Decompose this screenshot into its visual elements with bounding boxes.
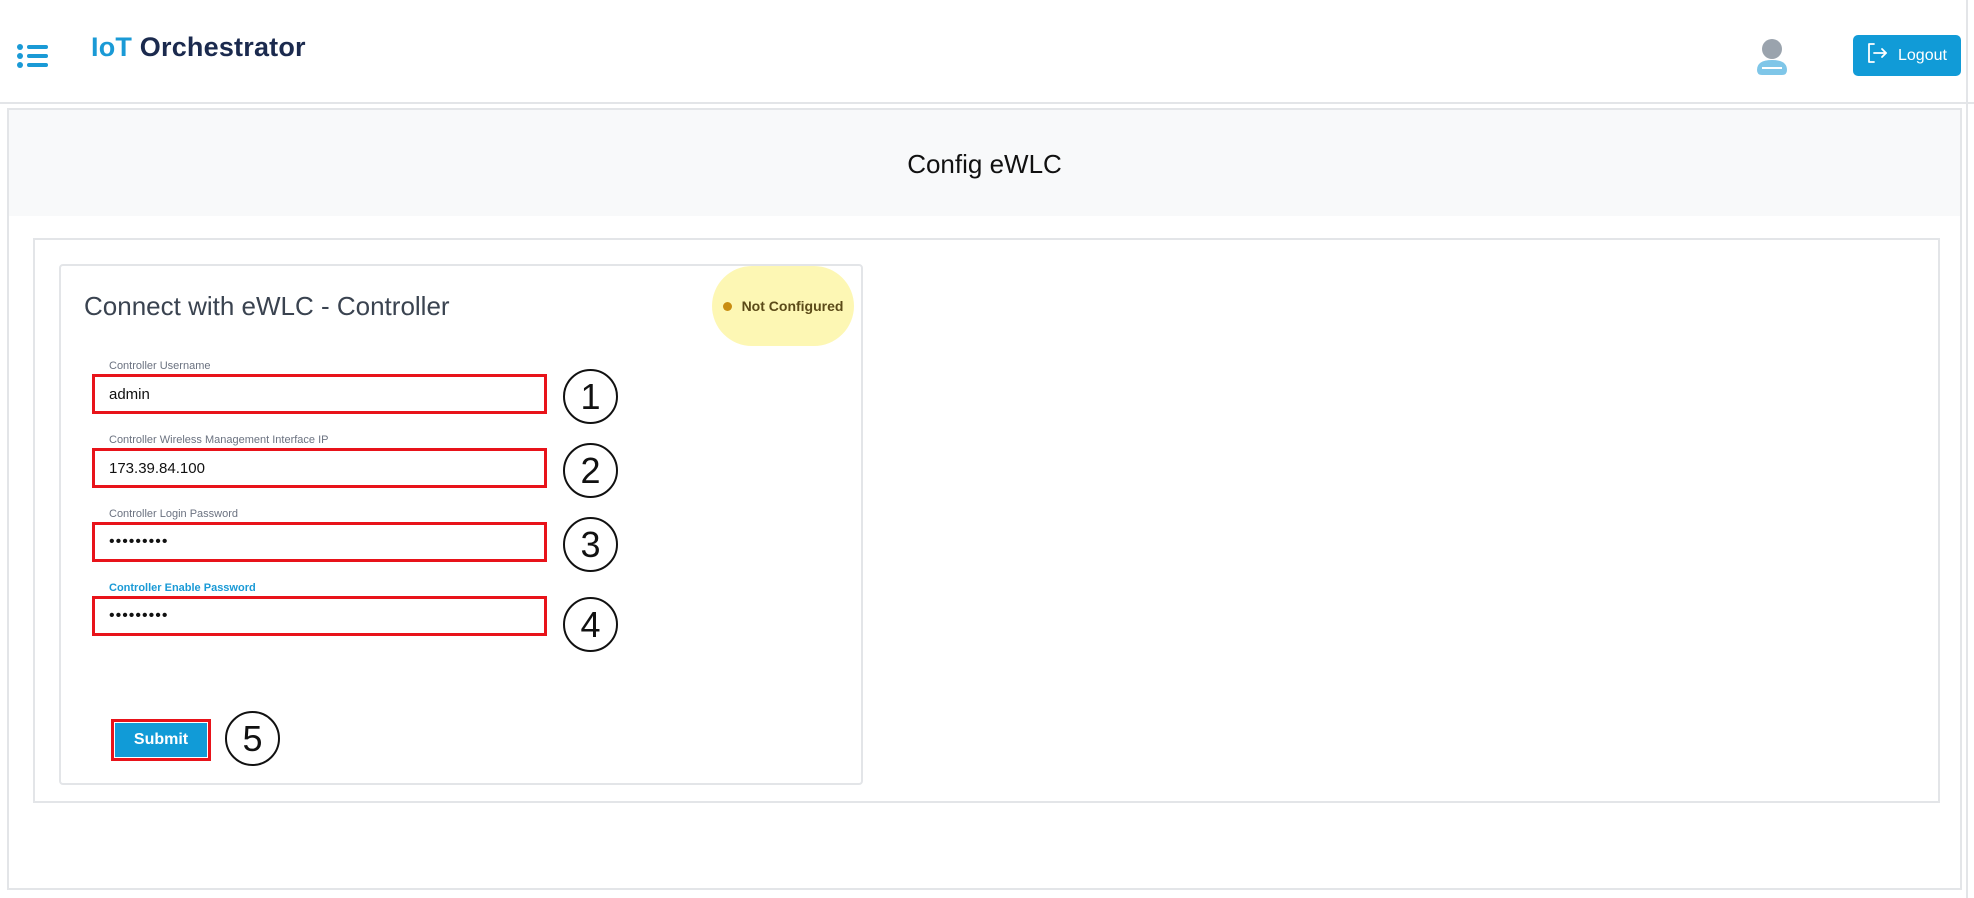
status-text: Not Configured xyxy=(741,298,844,314)
brand-logo[interactable]: IoT Orchestrator xyxy=(91,32,306,63)
main-content-card: Config eWLC Connect with eWLC - Controll… xyxy=(7,108,1962,890)
login-password-field-highlight xyxy=(92,522,547,562)
status-badge: Not Configured xyxy=(712,266,854,346)
login-password-input[interactable] xyxy=(109,529,529,555)
page-title: Config eWLC xyxy=(907,149,1062,179)
step-marker-4: 4 xyxy=(563,597,618,652)
logout-icon xyxy=(1865,41,1889,70)
username-field-highlight xyxy=(92,374,547,414)
step-marker-3: 3 xyxy=(563,517,618,572)
top-navbar: IoT Orchestrator Logout xyxy=(0,0,1974,104)
submit-button[interactable]: Submit xyxy=(115,723,207,757)
username-input[interactable] xyxy=(109,381,529,407)
brand-prefix: IoT xyxy=(91,32,133,62)
window-scrollbar[interactable] xyxy=(1966,0,1968,898)
login-password-label: Controller Login Password xyxy=(109,508,239,520)
logout-button[interactable]: Logout xyxy=(1853,35,1961,76)
status-dot-icon xyxy=(722,301,732,311)
submit-highlight: Submit xyxy=(111,719,211,761)
ip-field-highlight xyxy=(92,448,547,488)
management-ip-input[interactable] xyxy=(109,455,529,481)
ip-label: Controller Wireless Management Interface… xyxy=(109,434,329,446)
brand-name: Orchestrator xyxy=(139,32,306,62)
step-marker-5: 5 xyxy=(225,711,280,766)
enable-password-label: Controller Enable Password xyxy=(109,582,256,594)
logout-label: Logout xyxy=(1898,46,1947,64)
content-container: Connect with eWLC - Controller Not Confi… xyxy=(33,238,1940,803)
enable-password-input[interactable] xyxy=(109,603,529,629)
page-header: Config eWLC xyxy=(9,110,1960,216)
card-title: Connect with eWLC - Controller xyxy=(84,291,450,321)
step-marker-1: 1 xyxy=(563,369,618,424)
menu-list-icon[interactable] xyxy=(16,42,50,70)
user-avatar-icon[interactable] xyxy=(1754,38,1790,76)
step-marker-2: 2 xyxy=(563,443,618,498)
controller-form-card: Connect with eWLC - Controller Not Confi… xyxy=(59,264,863,785)
username-label: Controller Username xyxy=(109,360,211,372)
enable-password-field-highlight xyxy=(92,596,547,636)
